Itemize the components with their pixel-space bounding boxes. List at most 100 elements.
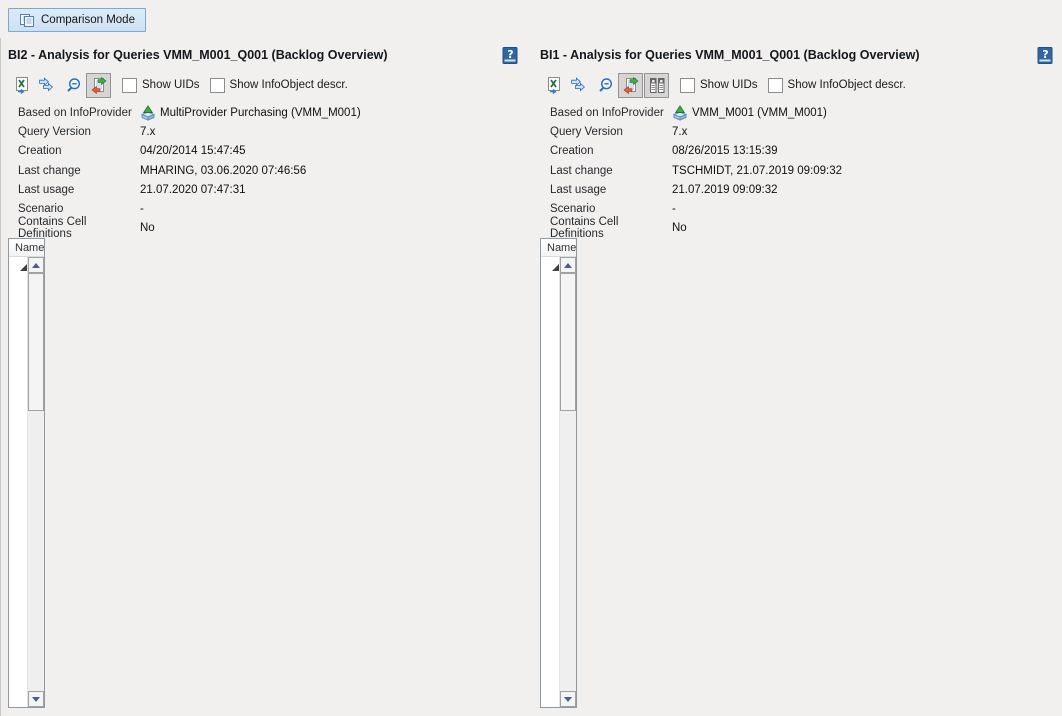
- info-value-text: 04/20/2014 15:47:45: [140, 145, 246, 157]
- tree-row[interactable]: Open Value: [9, 637, 27, 657]
- compare-button[interactable]: [86, 73, 111, 98]
- show-infoobject-descr-checkbox[interactable]: Show InfoObject descr.: [210, 78, 348, 93]
- help-icon[interactable]: ?: [502, 47, 519, 64]
- excel-export-icon: [544, 77, 562, 94]
- info-row: Based on InfoProviderVMM_M001 (VMM_M001): [550, 103, 1054, 122]
- checkbox-label: Show UIDs: [700, 79, 758, 91]
- checkbox-box: [122, 78, 137, 93]
- scroll-up-button[interactable]: [28, 257, 44, 273]
- excel-export-button[interactable]: [540, 73, 565, 98]
- tree-row[interactable]: Key Figures: [541, 577, 559, 597]
- expand-arrow-icon[interactable]: [551, 263, 559, 272]
- scroll-down-button[interactable]: [28, 691, 44, 707]
- tree-row[interactable]: [VMM_M001_Q001] Backlog Overview: [9, 257, 27, 277]
- help-icon[interactable]: ?: [1037, 47, 1054, 64]
- tree-row[interactable]: Open Value: [541, 637, 559, 657]
- info-value: MHARING, 03.06.2020 07:46:56: [140, 165, 306, 177]
- tree-row[interactable]: [0SUPPLIER] Goods Supplier: [9, 457, 27, 477]
- tree-row[interactable]: [0VENDOR] Vendor: [9, 517, 27, 537]
- excel-export-button[interactable]: [8, 73, 33, 98]
- tree-row[interactable]: [0VENDOR] Vendor: [541, 517, 559, 537]
- tree-row[interactable]: Open Quantity: [9, 597, 27, 617]
- tree-row[interactable]: Characteristic Restrictions: [9, 297, 27, 317]
- zoom-out-button[interactable]: [592, 73, 617, 98]
- info-row: Last changeTSCHMIDT, 21.07.2019 09:09:32: [550, 161, 1054, 180]
- tree-row[interactable]: [YBO_QTY] Open Quantity: [9, 617, 27, 637]
- tree-row[interactable]: [0MATERIAL] Material: [541, 497, 559, 517]
- tree-column-header: Name: [541, 239, 576, 257]
- tree-row[interactable]: Average delivery costs: [541, 677, 559, 697]
- tree-row[interactable]: Key Figures: [9, 577, 27, 597]
- tree-row[interactable]: [VMM_M001_CKF001] Average delivery costs: [9, 697, 27, 707]
- grid-button[interactable]: [644, 73, 669, 98]
- tree-row[interactable]: [YVAR_0CALDAY_CE_SV_O] Last date of load…: [541, 417, 559, 437]
- tree-row[interactable]: [0PLANT__0PURCH_ORG] Purchasing Org.: [541, 537, 559, 557]
- info-label: Last usage: [550, 184, 672, 196]
- tree-row[interactable]: 9IROG4JRJS0GS5OVQDFSRBA8K: [9, 677, 27, 697]
- tree-row[interactable]: [YBO_VAL] Open Value: [9, 657, 27, 677]
- show-uids-checkbox[interactable]: Show UIDs: [680, 78, 758, 93]
- tree-row[interactable]: [RPU_B010] Backlogged Purchase Order Sch…: [541, 337, 559, 357]
- tree-row[interactable]: Filter: [541, 277, 559, 297]
- scrollbar-thumb[interactable]: [560, 273, 576, 411]
- info-label: Last usage: [18, 184, 140, 196]
- svg-text:?: ?: [507, 48, 513, 61]
- tree-row[interactable]: [YBO_VAL] Open Value: [541, 657, 559, 677]
- zoom-out-icon: [64, 77, 82, 94]
- zoom-out-button[interactable]: [60, 73, 85, 98]
- info-label: Last change: [18, 165, 140, 177]
- scrollbar-thumb[interactable]: [28, 273, 44, 411]
- tree-row[interactable]: [0INFOPROV] InfoProvider: [541, 317, 559, 337]
- scroll-up-button[interactable]: [560, 257, 576, 273]
- info-label: Scenario: [18, 203, 140, 215]
- transfer-icon: [570, 77, 588, 94]
- info-label: Scenario: [550, 203, 672, 215]
- tree-row[interactable]: [YBO_QTY] Open Quantity: [541, 617, 559, 637]
- tree-row[interactable]: Characteristic Restrictions: [541, 297, 559, 317]
- panel-bi2: BI2 - Analysis for Queries VMM_M001_Q001…: [8, 0, 530, 716]
- info-value: No: [672, 222, 687, 234]
- tree-row[interactable]: [0MATERIAL] Material: [9, 497, 27, 517]
- checkbox-box: [680, 78, 695, 93]
- tree-row[interactable]: [0INFOPROV] InfoProvider: [9, 317, 27, 337]
- info-value: 21.07.2020 07:47:31: [140, 184, 246, 196]
- transfer-button[interactable]: [34, 73, 59, 98]
- checkbox-label: Show UIDs: [142, 79, 200, 91]
- info-value: -: [140, 203, 144, 215]
- info-row: Based on InfoProviderMultiProvider Purch…: [18, 103, 530, 122]
- tree-row[interactable]: [RPU_B010] Backlogged Purchase Order Sch…: [9, 337, 27, 357]
- info-value-text: VMM_M001 (VMM_M001): [692, 107, 827, 119]
- tree-row[interactable]: Open Quantity: [541, 597, 559, 617]
- show-infoobject-descr-checkbox[interactable]: Show InfoObject descr.: [768, 78, 906, 93]
- compare-icon: [622, 77, 640, 94]
- tree-row[interactable]: [0BBP_PROD] Product: [541, 437, 559, 457]
- tree-row[interactable]: [0BBP_PROD] Product: [9, 437, 27, 457]
- vertical-scrollbar[interactable]: [27, 257, 44, 707]
- tree-row[interactable]: Sheet: [541, 357, 559, 377]
- info-row: Creation08/26/2015 13:15:39: [550, 142, 1054, 161]
- tree-row[interactable]: Filter: [9, 277, 27, 297]
- tree-row[interactable]: [YVAR_0CALDAY_CE_SV_O] Last date of load…: [9, 417, 27, 437]
- tree-row[interactable]: Free Characteristics: [9, 377, 27, 397]
- show-uids-checkbox[interactable]: Show UIDs: [122, 78, 200, 93]
- tree-row[interactable]: Columns: [9, 557, 27, 577]
- tree-row[interactable]: Sheet: [9, 357, 27, 377]
- tree-row[interactable]: [0CALDAY] Calendar day: [9, 397, 27, 417]
- tree-row[interactable]: Columns: [541, 557, 559, 577]
- transfer-button[interactable]: [566, 73, 591, 98]
- tree-row[interactable]: Free Characteristics: [541, 377, 559, 397]
- tree-row[interactable]: [VMM_M001_Q001] Backlog Overview: [541, 257, 559, 277]
- toolbar: Show UIDs Show InfoObject descr.: [8, 72, 348, 98]
- tree-row[interactable]: [0P_FIL_VENDOR] Vendor: [9, 537, 27, 557]
- expand-arrow-icon[interactable]: [19, 263, 27, 272]
- tree-row[interactable]: [0PSTNG_DATE] Posting date: [541, 457, 559, 477]
- compare-button[interactable]: [618, 73, 643, 98]
- vertical-scrollbar[interactable]: [559, 257, 576, 707]
- info-row: Last usage21.07.2019 09:09:32: [550, 180, 1054, 199]
- tree-row[interactable]: [0CALDAY] Calendar day: [541, 397, 559, 417]
- tree-row[interactable]: Rows: [541, 477, 559, 497]
- scroll-down-button[interactable]: [560, 691, 576, 707]
- tree-row[interactable]: Rows: [9, 477, 27, 497]
- tree-row[interactable]: [VMM_M001_CKF001] Average delivery costs: [541, 697, 559, 707]
- info-value: No: [140, 222, 155, 234]
